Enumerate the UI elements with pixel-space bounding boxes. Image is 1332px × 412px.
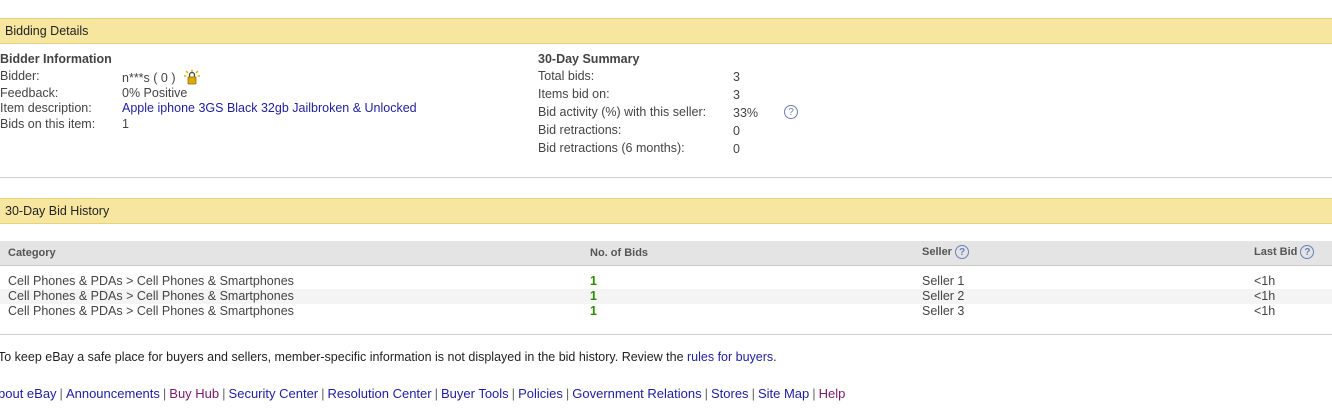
last-bid-cell: <1h: [1254, 289, 1276, 303]
help-icon[interactable]: ?: [784, 105, 798, 119]
footer-link-site-map[interactable]: Site Map: [758, 386, 809, 401]
footer-link-resolution-center[interactable]: Resolution Center: [328, 386, 432, 401]
footer-separator: |: [704, 386, 708, 401]
bidding-details-title: Bidding Details: [5, 24, 89, 38]
summary-value: 33%: [733, 106, 759, 120]
summary-label: Total bids:: [538, 69, 595, 83]
item-description-label: Item description:: [0, 101, 92, 115]
bidding-details-header: Bidding Details: [0, 18, 1332, 44]
last-bid-cell: <1h: [1254, 304, 1276, 318]
section-divider: [0, 177, 1332, 178]
bids-cell: 1: [590, 274, 597, 288]
last-bid-cell: <1h: [1254, 274, 1276, 288]
bid-history-table-header: Category No. of Bids Seller ? Last Bid ?: [0, 241, 1332, 266]
footer-link-government-relations[interactable]: Government Relations: [572, 386, 701, 401]
privacy-notice: To keep eBay a safe place for buyers and…: [0, 350, 777, 364]
feedback-value: 0% Positive: [122, 86, 188, 100]
help-icon[interactable]: ?: [1300, 245, 1315, 259]
bid-history-header: 30-Day Bid History: [0, 198, 1332, 224]
table-row: Cell Phones & PDAs > Cell Phones & Smart…: [0, 274, 1332, 289]
footer-separator: |: [751, 386, 755, 401]
summary-title: 30-Day Summary: [538, 52, 640, 66]
table-divider: [0, 334, 1332, 335]
table-row: Cell Phones & PDAs > Cell Phones & Smart…: [0, 289, 1332, 304]
summary-label: Bid retractions:: [538, 123, 622, 137]
privacy-notice-text: To keep eBay a safe place for buyers and…: [0, 350, 684, 364]
footer-separator: |: [321, 386, 325, 401]
column-no-of-bids[interactable]: No. of Bids: [590, 247, 648, 259]
column-category[interactable]: Category: [8, 247, 56, 259]
rules-for-buyers-link[interactable]: rules for buyers: [687, 350, 773, 364]
table-row: Cell Phones & PDAs > Cell Phones & Smart…: [0, 304, 1332, 319]
summary-value: 0: [733, 124, 740, 138]
bids-on-item-label: Bids on this item:: [0, 117, 96, 131]
bids-cell: 1: [590, 289, 597, 303]
footer-link-help[interactable]: Help: [819, 386, 846, 401]
footer-separator: |: [812, 386, 816, 401]
footer-link-security-center[interactable]: Security Center: [229, 386, 319, 401]
column-seller[interactable]: Seller ?: [922, 245, 970, 259]
category-cell: Cell Phones & PDAs > Cell Phones & Smart…: [8, 304, 294, 318]
bids-on-item-value: 1: [122, 117, 129, 131]
footer-separator: |: [565, 386, 570, 401]
bidder-label: Bidder:: [0, 69, 40, 83]
footer-links: bout eBay | Announcements | Buy Hub | Security…: [0, 386, 845, 401]
bid-history-title: 30-Day Bid History: [5, 204, 110, 218]
footer-link-stores[interactable]: Stores: [711, 386, 749, 401]
footer-separator: |: [434, 386, 438, 401]
item-description-link[interactable]: Apple iphone 3GS Black 32gb Jailbroken &…: [122, 101, 417, 115]
summary-value: 0: [733, 142, 740, 156]
summary-label: Bid retractions (6 months):: [538, 141, 685, 155]
column-last-bid-label: Last Bid: [1254, 245, 1298, 258]
footer-link-buyer-tools[interactable]: Buyer Tools: [441, 386, 509, 401]
footer-separator: |: [59, 386, 63, 401]
bidder-info-title: Bidder Information: [0, 52, 112, 66]
summary-value: 3: [733, 70, 740, 84]
seller-cell: Seller 3: [922, 304, 965, 318]
footer-separator: |: [162, 386, 167, 401]
bids-cell: 1: [590, 304, 597, 318]
help-icon[interactable]: ?: [955, 245, 970, 259]
column-last-bid[interactable]: Last Bid ?: [1254, 245, 1315, 259]
bidder-value: n***s ( 0 ): [122, 70, 176, 85]
summary-value: 3: [733, 88, 740, 102]
footer-link-about-ebay[interactable]: bout eBay: [0, 386, 57, 401]
footer-link-buy-hub[interactable]: Buy Hub: [169, 386, 219, 401]
summary-label: Bid activity (%) with this seller:: [538, 105, 707, 119]
footer-separator: |: [222, 386, 226, 401]
footer-link-announcements[interactable]: Announcements: [66, 386, 160, 401]
footer-separator: |: [511, 386, 516, 401]
feedback-label: Feedback:: [0, 86, 59, 100]
summary-label: Items bid on:: [538, 87, 610, 101]
seller-cell: Seller 2: [922, 289, 965, 303]
column-seller-label: Seller: [922, 245, 952, 258]
privacy-notice-end: .: [773, 350, 777, 364]
seller-cell: Seller 1: [922, 274, 965, 288]
category-cell: Cell Phones & PDAs > Cell Phones & Smart…: [8, 289, 294, 303]
category-cell: Cell Phones & PDAs > Cell Phones & Smart…: [8, 274, 294, 288]
footer-link-policies[interactable]: Policies: [518, 386, 563, 401]
